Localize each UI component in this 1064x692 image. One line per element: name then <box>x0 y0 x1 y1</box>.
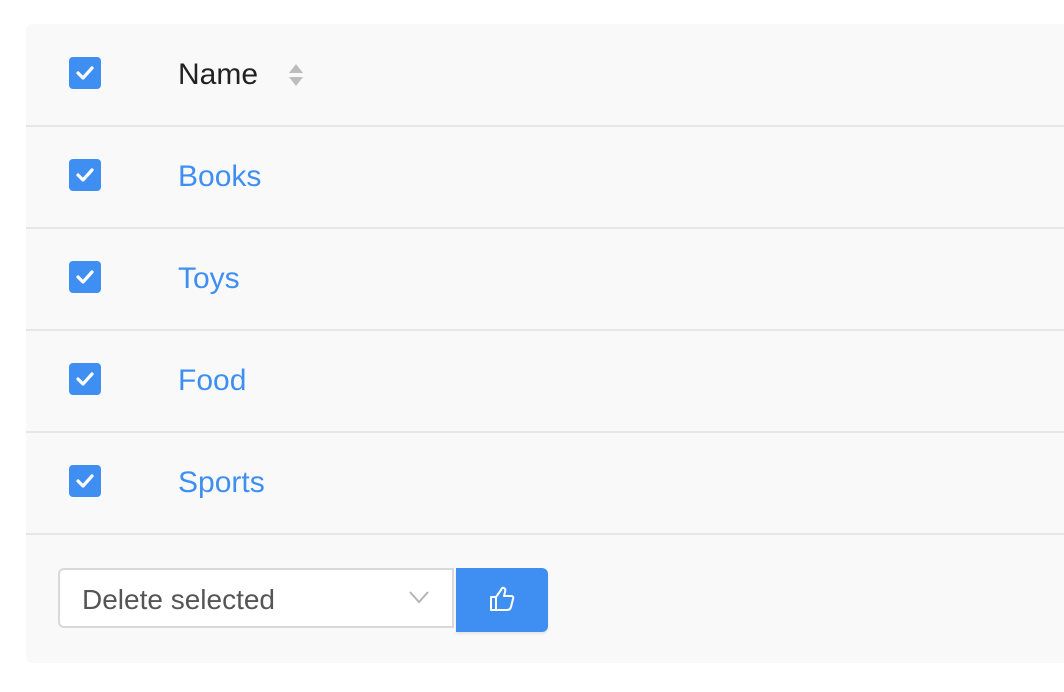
row-checkbox[interactable] <box>69 363 101 395</box>
bulk-action-selected-value: Delete selected <box>82 584 276 615</box>
column-header-name[interactable]: Name <box>178 58 258 92</box>
table-row: Toys <box>26 228 1064 331</box>
bulk-action-select[interactable]: Delete selected <box>58 568 454 628</box>
row-checkbox[interactable] <box>69 465 101 497</box>
row-name-link[interactable]: Food <box>178 364 246 398</box>
check-icon <box>76 168 94 182</box>
table-row: Sports <box>26 432 1064 535</box>
apply-action-button[interactable] <box>456 568 548 632</box>
select-all-checkbox[interactable] <box>69 57 101 89</box>
thumbs-up-icon <box>490 586 515 611</box>
check-icon <box>76 474 94 488</box>
row-name-link[interactable]: Sports <box>178 466 265 500</box>
bulk-action-table: Name Books Toys Food Sports Delete selec… <box>26 24 1064 663</box>
table-row: Food <box>26 330 1064 433</box>
chevron-down-icon <box>409 591 429 604</box>
table-row: Books <box>26 126 1064 229</box>
row-checkbox[interactable] <box>69 261 101 293</box>
row-checkbox[interactable] <box>69 159 101 191</box>
check-icon <box>76 270 94 284</box>
row-name-link[interactable]: Books <box>178 160 261 194</box>
sort-up-down-icon[interactable] <box>288 62 304 88</box>
row-name-link[interactable]: Toys <box>178 262 240 296</box>
bulk-actions-footer: Delete selected <box>26 534 1064 663</box>
check-icon <box>76 66 94 80</box>
table-header-row: Name <box>26 24 1064 127</box>
check-icon <box>76 372 94 386</box>
